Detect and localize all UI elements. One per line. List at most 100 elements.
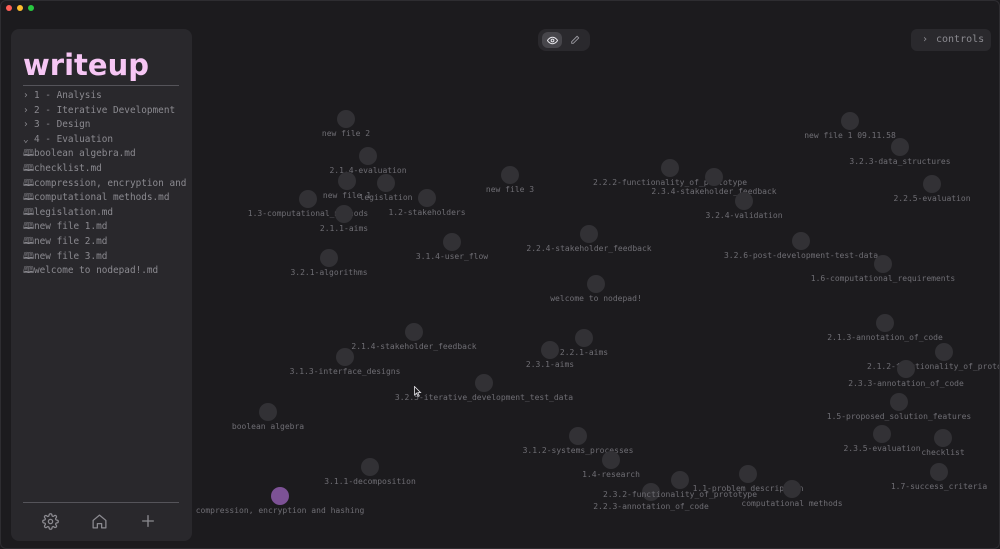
- graph-node-label: 1.2-stakeholders: [388, 208, 466, 217]
- file-tree-label: new file 1.md: [34, 221, 108, 233]
- file-tree-item[interactable]: › 1 - Analysis: [23, 89, 192, 104]
- graph-node-label: 1.4-research: [582, 470, 640, 479]
- graph-node[interactable]: [739, 465, 757, 483]
- file-tree-item[interactable]: 🕮new file 1.md: [23, 220, 192, 235]
- graph-node-label: 3.2.3-data_structures: [849, 157, 951, 166]
- graph-node[interactable]: [575, 329, 593, 347]
- graph-node[interactable]: [569, 427, 587, 445]
- file-tree-label: legislation.md: [34, 206, 114, 218]
- graph-node-label: boolean algebra: [231, 422, 305, 431]
- graph-node[interactable]: [335, 205, 353, 223]
- book-icon: 🕮: [23, 177, 35, 189]
- graph-node[interactable]: [338, 172, 356, 190]
- graph-node[interactable]: [890, 393, 908, 411]
- graph-node[interactable]: [876, 314, 894, 332]
- graph-node[interactable]: [735, 192, 753, 210]
- graph-node[interactable]: [336, 348, 354, 366]
- graph-node[interactable]: [580, 225, 598, 243]
- file-tree-item[interactable]: › 2 - Iterative Development: [23, 104, 192, 119]
- file-tree-label: 1 - Analysis: [34, 90, 102, 101]
- file-tree-label: new file 3.md: [34, 250, 108, 262]
- chevron-right-icon: ›: [922, 34, 929, 45]
- graph-node[interactable]: [418, 189, 436, 207]
- graph-node-label: 2.3.3-annotation_of_code: [848, 379, 964, 388]
- file-tree-label: 2 - Iterative Development: [34, 104, 176, 116]
- graph-node[interactable]: [874, 255, 892, 273]
- file-tree-item[interactable]: 🕮legislation.md: [23, 206, 192, 221]
- graph-node[interactable]: [271, 487, 289, 505]
- graph-node-label: 2.2.3-annotation_of_code: [593, 502, 709, 511]
- graph-node-label: 2.3.4-stakeholder_feedback: [651, 187, 777, 196]
- graph-node[interactable]: [841, 112, 859, 130]
- controls-button[interactable]: › controls: [911, 29, 991, 51]
- graph-node[interactable]: [299, 190, 317, 208]
- graph-node[interactable]: [792, 232, 810, 250]
- graph-node[interactable]: [337, 110, 355, 128]
- graph-node[interactable]: [541, 341, 559, 359]
- graph-node[interactable]: [783, 480, 801, 498]
- graph-node[interactable]: [361, 458, 379, 476]
- home-icon: [91, 513, 107, 529]
- file-tree-item[interactable]: 🕮new file 3.md: [23, 250, 192, 265]
- graph-node[interactable]: [930, 463, 948, 481]
- graph-node-label: 3.1.3-interface_designs: [289, 367, 401, 376]
- graph-node-label: 3.2.1-algorithms: [290, 268, 368, 277]
- file-tree-label: boolean algebra.md: [34, 148, 136, 160]
- file-tree-item[interactable]: 🕮new file 2.md: [23, 235, 192, 250]
- graph-node[interactable]: [320, 249, 338, 267]
- graph-node-label: 3.1.4-user_flow: [415, 252, 489, 261]
- file-tree: › 1 - Analysis › 2 - Iterative Development ›…: [23, 89, 192, 279]
- graph-node-label: 1.7-success_criteria: [890, 482, 988, 491]
- book-icon: 🕮: [23, 235, 35, 247]
- graph-node-label: 2.2.1-aims: [559, 348, 609, 357]
- book-icon: 🕮: [23, 192, 35, 204]
- view-mode-button[interactable]: [542, 32, 562, 48]
- graph-node-label: 3.2.4-validation: [705, 211, 783, 220]
- graph-node[interactable]: [873, 425, 891, 443]
- chevron-right-icon: ›: [23, 119, 29, 131]
- graph-node[interactable]: [587, 275, 605, 293]
- add-file-button[interactable]: [139, 512, 157, 530]
- file-tree-item[interactable]: 🕮computational methods.md: [23, 191, 192, 206]
- graph-node[interactable]: [935, 343, 953, 361]
- graph-node-label: 2.2.4-stakeholder_feedback: [526, 244, 652, 253]
- file-tree-item[interactable]: ⌄ 4 - Evaluation: [23, 133, 192, 148]
- plus-icon: [142, 515, 154, 527]
- settings-button[interactable]: [41, 512, 59, 530]
- graph-node-label: 2.1.4-stakeholder_feedback: [351, 342, 477, 351]
- chevron-right-icon: ›: [23, 90, 29, 101]
- graph-node[interactable]: [405, 323, 423, 341]
- graph-node[interactable]: [501, 166, 519, 184]
- graph-node-label: legislation: [359, 193, 413, 202]
- file-tree-item[interactable]: 🕮checklist.md: [23, 162, 192, 177]
- graph-node[interactable]: [443, 233, 461, 251]
- graph-node[interactable]: [705, 168, 723, 186]
- graph-node[interactable]: [602, 451, 620, 469]
- chevron-down-icon: ⌄: [23, 133, 29, 145]
- home-button[interactable]: [90, 512, 108, 530]
- sidebar: writeup › 1 - Analysis › 2 - Iterative Deve…: [11, 29, 192, 541]
- file-tree-item[interactable]: › 3 - Design: [23, 118, 192, 133]
- graph-node-label: computational methods: [741, 499, 843, 508]
- graph-node-label: checklist: [921, 448, 965, 457]
- graph-node[interactable]: [475, 374, 493, 392]
- graph-node[interactable]: [891, 138, 909, 156]
- graph-node-label: 3.2.6-post-development-test-data: [723, 251, 879, 260]
- settings-icon: [41, 512, 59, 530]
- edit-mode-button[interactable]: [565, 32, 585, 48]
- graph-node[interactable]: [934, 429, 952, 447]
- graph-node[interactable]: [897, 360, 915, 378]
- file-tree-item[interactable]: 🕮compression, encryption and hashing.md: [23, 177, 192, 192]
- graph-node[interactable]: [259, 403, 277, 421]
- sidebar-footer: [41, 512, 157, 530]
- file-tree-label: computational methods.md: [34, 192, 170, 204]
- mouse-cursor-icon: [414, 386, 422, 397]
- graph-node[interactable]: [671, 471, 689, 489]
- file-tree-item[interactable]: 🕮welcome to nodepad!.md: [23, 264, 192, 279]
- graph-node[interactable]: [377, 174, 395, 192]
- graph-node[interactable]: [923, 175, 941, 193]
- graph-node[interactable]: [661, 159, 679, 177]
- graph-node[interactable]: [359, 147, 377, 165]
- file-tree-item[interactable]: 🕮boolean algebra.md: [23, 147, 192, 162]
- book-icon: 🕮: [23, 250, 35, 262]
